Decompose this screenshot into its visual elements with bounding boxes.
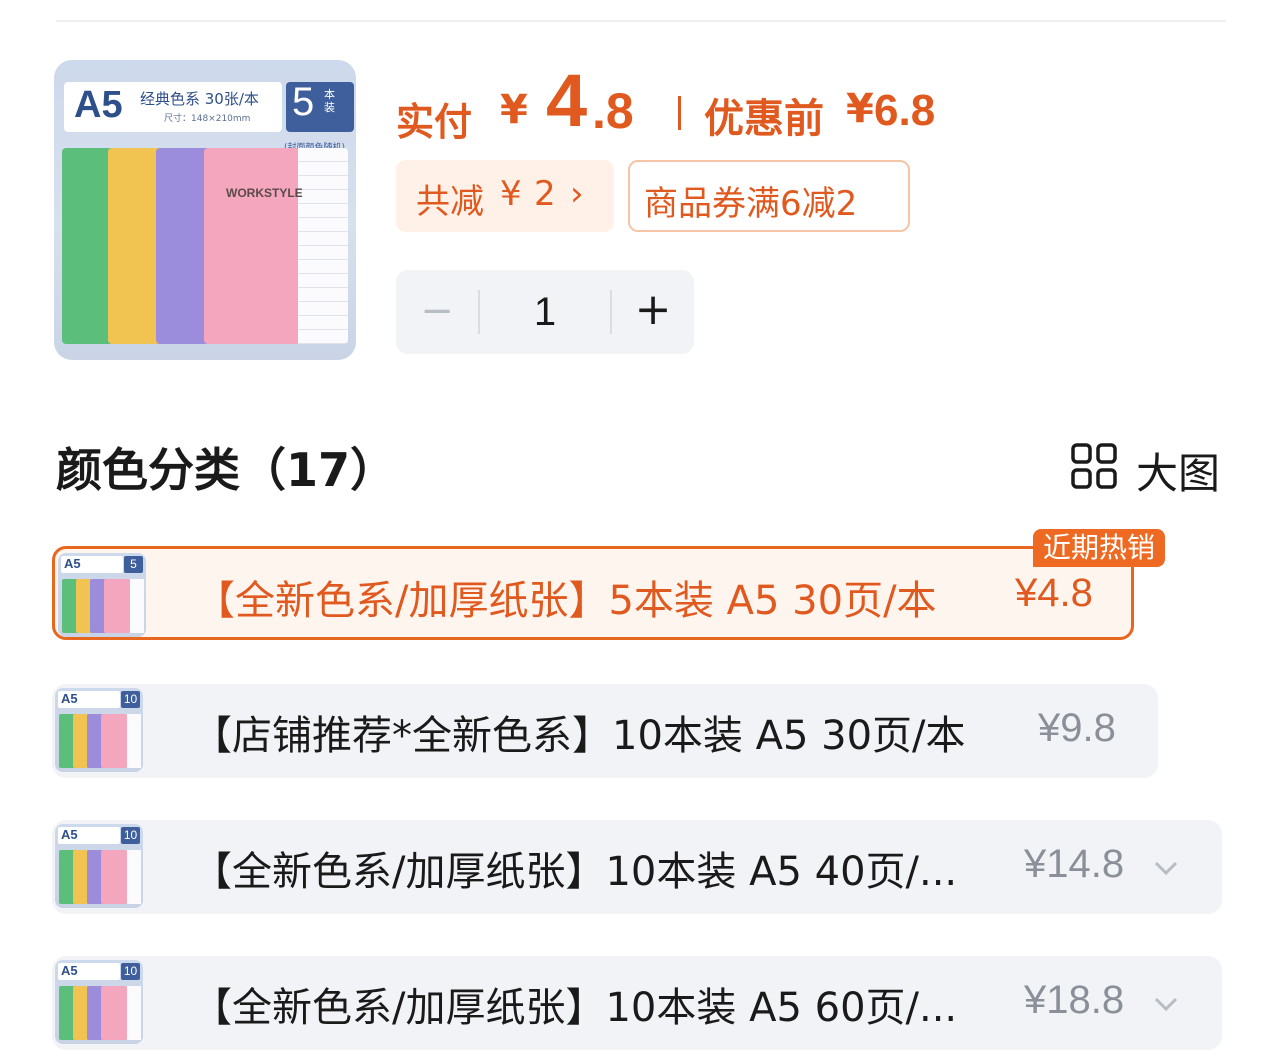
paid-yen: ¥ [500,87,528,133]
option-thumb-pack: 5 [124,556,143,573]
option-row[interactable]: A5 10 【店铺推荐*全新色系】10本装 A5 30页/本 ¥9.8 [52,684,1158,778]
product-thumbnail[interactable]: A5 经典色系 30张/本 尺寸：148×210mm 5 本装 (封面颜色随机)… [54,60,356,360]
thumbnail-pack-badge: 5 本装 [286,80,354,132]
chevron-down-icon[interactable] [1152,854,1180,882]
thumbnail-series: 经典色系 30张/本 [140,90,259,108]
total-discount-label: 共减 [416,182,484,222]
option-price: ¥9.8 [1038,706,1116,750]
view-label: 大图 [1136,449,1221,498]
original-price-label: 优惠前 [704,96,824,142]
option-thumbnail: A5 5 [58,553,146,637]
option-thumb-notebook [104,579,130,633]
paid-label: 实付 [396,100,473,144]
top-divider [56,20,1226,22]
option-thumb-page [130,579,144,633]
option-thumb-card: A5 [58,963,120,980]
option-name: 【全新色系/加厚纸张】10本装 A5 60页/... [192,985,958,1031]
thumbnail-pack-count: 5 [292,80,315,124]
option-thumb-size: A5 [64,556,81,571]
coupon-chip[interactable]: 商品券满6减2 [628,160,910,232]
section-title: 颜色分类（17） [56,443,397,497]
total-discount-value: 2 [534,174,556,214]
notebook-cover-text: WORKSTYLE [226,186,303,200]
paid-price-dec: .8 [592,83,634,139]
thumbnail-size-tag: A5 [74,84,123,126]
option-price: ¥4.8 [1015,571,1093,615]
option-thumb-pack: 10 [121,691,140,708]
chevron-right-icon: › [570,174,584,214]
option-row[interactable]: A5 5 【全新色系/加厚纸张】5本装 A5 30页/本 ¥4.8 近期热销 [52,529,1166,640]
paid-price-int: 4 [546,59,588,142]
decrement-button[interactable]: − [396,270,478,354]
option-thumbnail: A5 10 [55,960,143,1044]
total-discount-chip[interactable]: 共减 ¥ 2 › [396,160,614,232]
original-price: 6.8 [874,86,936,135]
option-thumb-page [127,986,141,1040]
option-name: 【店铺推荐*全新色系】10本装 A5 30页/本 [192,713,966,759]
notebook-page [298,148,348,344]
option-thumb-size: A5 [61,827,78,842]
thumbnail-pack-unit: 本装 [324,88,335,114]
option-row[interactable]: A5 10 【全新色系/加厚纸张】10本装 A5 40页/... ¥14.8 [52,820,1222,914]
option-thumb-notebook [101,850,127,904]
hot-sale-badge: 近期热销 [1033,529,1166,567]
option-price: ¥14.8 [1024,842,1125,886]
notebook-pink [204,148,300,344]
total-discount-yen: ¥ [500,174,522,214]
option-thumb-card: A5 [58,691,120,708]
option-thumb-card: A5 [58,827,120,844]
option-thumb-pack: 10 [121,827,140,844]
large-view-toggle[interactable]: 大图 [1070,438,1226,498]
option-thumb-card: A5 [61,556,123,573]
option-thumb-page [127,850,141,904]
thumbnail-spec-card: A5 经典色系 30张/本 尺寸：148×210mm [64,82,282,132]
option-row[interactable]: A5 10 【全新色系/加厚纸张】10本装 A5 60页/... ¥18.8 [52,956,1222,1050]
option-thumb-pack: 10 [121,963,140,980]
coupon-text: 商品券满6减2 [644,184,858,224]
option-thumbnail: A5 10 [55,688,143,772]
increment-button[interactable]: + [612,270,694,354]
chevron-down-icon[interactable] [1152,990,1180,1018]
quantity-input[interactable]: 1 [480,270,610,354]
quantity-stepper: − 1 + [396,270,694,354]
price-separator [678,96,681,130]
option-thumb-notebook [101,986,127,1040]
option-thumb-size: A5 [61,691,78,706]
option-thumb-notebook [101,714,127,768]
option-thumbnail: A5 10 [55,824,143,908]
option-name: 【全新色系/加厚纸张】5本装 A5 30页/本 [195,578,937,624]
thumbnail-dimensions: 尺寸：148×210mm [164,114,251,124]
grid-icon [1071,443,1117,489]
option-thumb-page [127,714,141,768]
option-name: 【全新色系/加厚纸张】10本装 A5 40页/... [192,849,958,895]
original-price-yen: ¥ [846,86,874,132]
option-thumb-size: A5 [61,963,78,978]
option-price: ¥18.8 [1024,978,1125,1022]
